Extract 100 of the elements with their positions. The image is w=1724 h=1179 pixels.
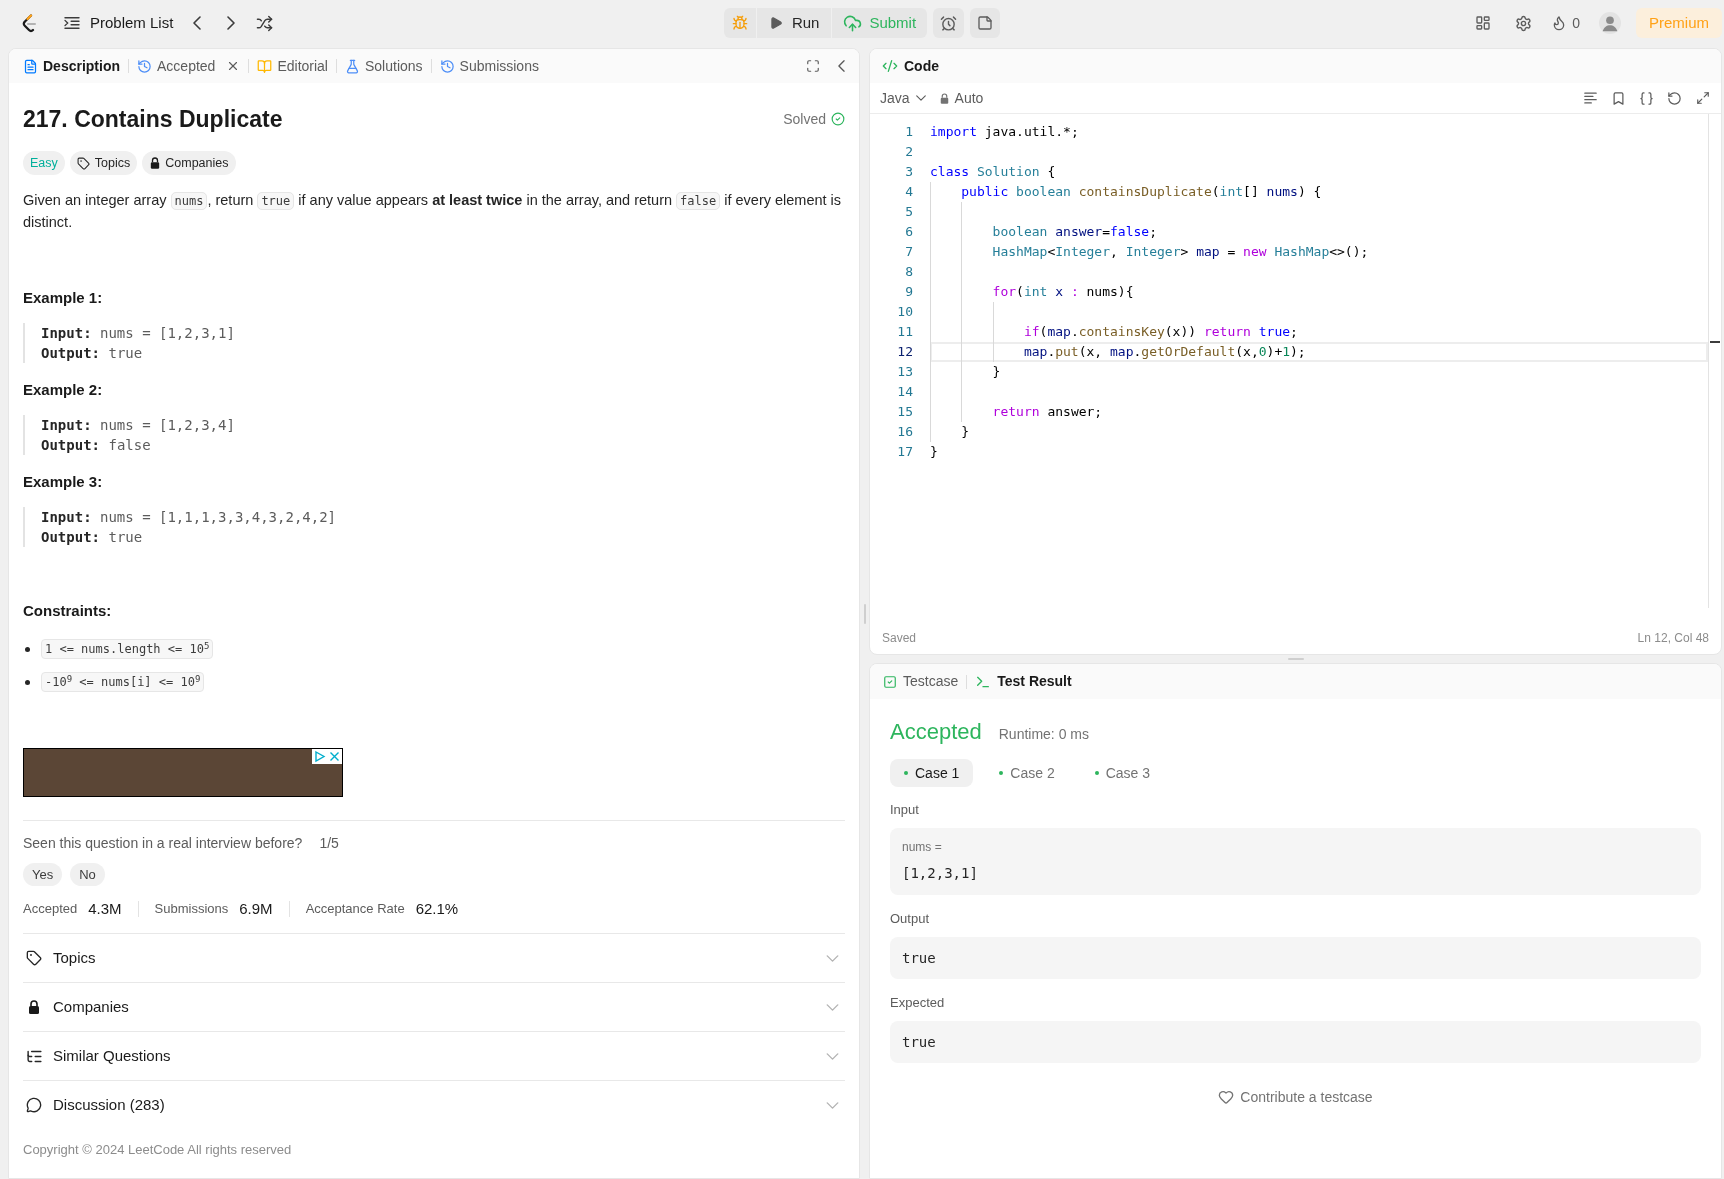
play-icon (768, 16, 783, 30)
line-number: 16 (897, 423, 913, 441)
list-icon (64, 16, 80, 30)
line-number: 9 (905, 283, 913, 301)
companies-tag[interactable]: Companies (142, 151, 237, 175)
topics-tag[interactable]: Topics (69, 151, 138, 175)
accordion-row[interactable]: Similar Questions (23, 1031, 845, 1080)
settings-icon (1514, 14, 1532, 32)
example-title: Example 3: (23, 472, 103, 492)
problem-title: 217. Contains Duplicate (23, 105, 283, 134)
example-line: Input: nums = [1,2,3,4] (41, 416, 235, 435)
code-line: public boolean containsDuplicate(int[] nums) { (961, 183, 1322, 201)
streak-button[interactable]: 0 (1545, 8, 1586, 38)
example-line: Output: true (41, 528, 143, 547)
variable-value: [1,2,3,1] (902, 864, 978, 883)
panel-tab[interactable]: Accepted (131, 53, 247, 79)
alarm-clock-icon (940, 14, 958, 32)
run-button[interactable]: Run (756, 8, 832, 38)
example-title: Example 1: (23, 288, 103, 308)
fullscreen-icon (806, 59, 820, 73)
format-button[interactable] (1582, 89, 1599, 107)
line-number: 5 (905, 203, 913, 221)
accordion-row[interactable]: Topics (23, 933, 845, 982)
chevron-left-icon (837, 60, 845, 72)
bullet-icon (25, 646, 30, 652)
panel-tab[interactable]: Test Result (970, 668, 1077, 695)
problem-statement: Given an integer array nums , return true if any value appears at least twice in the array, and return false if every element is distinct. (23, 191, 843, 232)
case-tab[interactable]: Case 3 (1080, 759, 1165, 787)
panel-tab[interactable]: Submissions (433, 53, 545, 79)
ad-choices-icon[interactable] (312, 749, 327, 764)
interview-count: 1/5 (319, 834, 339, 853)
line-number: 17 (897, 443, 913, 461)
expected-value: true (890, 1021, 1701, 1063)
case-tab[interactable]: Case 2 (985, 759, 1069, 787)
resize-handle[interactable] (863, 603, 866, 624)
expand-icon (1695, 91, 1710, 105)
expand-button[interactable] (1694, 89, 1711, 107)
contribute-testcase-button[interactable]: Contribute a testcase (1218, 1087, 1373, 1107)
resize-handle[interactable] (1287, 658, 1304, 660)
example-line: Input: nums = [1,2,3,1] (41, 324, 235, 343)
mode-button[interactable]: Auto (939, 87, 984, 109)
notes-button[interactable] (970, 8, 1001, 38)
ad-close-icon[interactable] (327, 749, 342, 764)
example-title: Example 2: (23, 380, 103, 400)
line-number: 6 (905, 223, 913, 241)
history-icon (137, 58, 152, 74)
code-line: import java.util.*; (930, 123, 1079, 141)
line-number: 12 (897, 343, 913, 361)
accordion-row[interactable]: Companies (23, 982, 845, 1031)
code-icon (882, 58, 898, 74)
answer-button[interactable]: Yes (23, 863, 63, 886)
heart-icon (1218, 1089, 1235, 1105)
line-number: 4 (905, 183, 913, 201)
example-line: Output: false (41, 436, 151, 455)
note-icon (977, 15, 994, 31)
reset-button[interactable] (1666, 89, 1683, 107)
timer-button[interactable] (933, 8, 965, 38)
runtime-text: Runtime: 0 ms (998, 725, 1089, 744)
constraints-title: Constraints: (23, 601, 112, 621)
chevron-left-icon (193, 16, 202, 30)
line-number: 3 (905, 163, 913, 181)
panel-tab[interactable]: Editorial (251, 53, 334, 79)
stat-value: 4.3M (88, 898, 122, 919)
case-tab[interactable]: Case 1 (890, 759, 974, 787)
undo-icon (1667, 90, 1682, 106)
stat-value: 6.9M (239, 898, 273, 919)
language-select[interactable]: Java (880, 87, 926, 109)
document-icon (23, 58, 38, 74)
line-number: 7 (905, 243, 913, 261)
problem-list-button[interactable]: Problem List (64, 11, 174, 35)
code-line: class Solution { (930, 163, 1056, 181)
logo-icon[interactable] (21, 13, 37, 33)
braces-button[interactable] (1638, 89, 1655, 107)
line-number: 8 (905, 263, 913, 281)
code-tab[interactable]: Code (882, 55, 939, 77)
panel-tab[interactable]: Description (17, 53, 126, 79)
field-label: Expected (890, 994, 945, 1012)
profile-button[interactable] (1598, 11, 1622, 35)
bookmark-icon (1611, 90, 1626, 106)
line-number: 1 (905, 123, 913, 141)
line-number: 2 (905, 143, 913, 161)
tag-icon (76, 156, 90, 170)
panel-tab[interactable]: Testcase (878, 668, 964, 695)
bullet-icon (25, 679, 30, 685)
shuffle-icon (255, 14, 273, 32)
panel-tab[interactable]: Solutions (339, 53, 429, 79)
tag-icon (26, 950, 42, 966)
bookmark-button[interactable] (1610, 89, 1627, 107)
braces-icon (1639, 90, 1654, 106)
chevron-right-icon (227, 16, 236, 30)
cloud-upload-icon (843, 13, 863, 33)
line-number: 14 (897, 383, 913, 401)
example-line: Output: true (41, 344, 143, 363)
answer-button[interactable]: No (70, 863, 105, 886)
stat-label: Acceptance Rate (305, 900, 405, 919)
line-number: 11 (897, 323, 913, 341)
format-lines-icon (1584, 92, 1597, 104)
line-number: 13 (897, 363, 913, 381)
book-icon (257, 58, 273, 74)
accordion-row[interactable]: Discussion (283) (23, 1080, 845, 1129)
